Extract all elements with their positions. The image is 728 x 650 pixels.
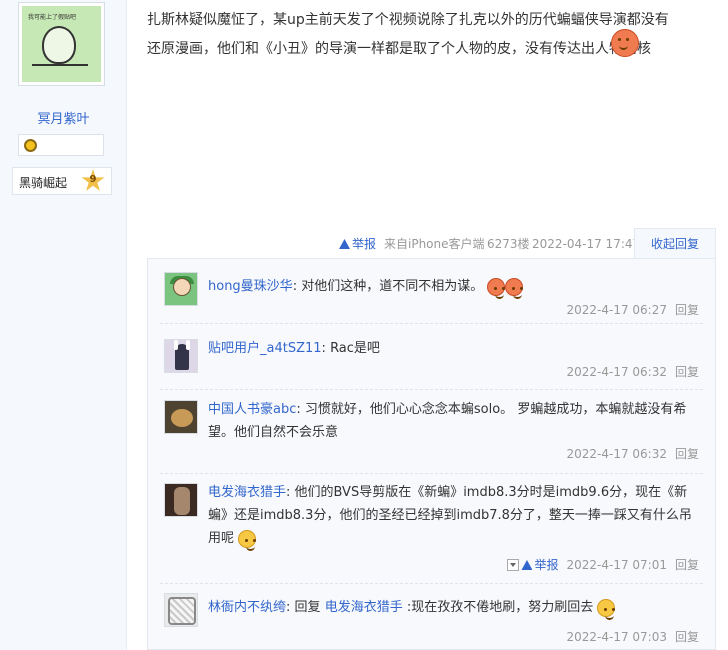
reply-item: hong曼珠沙华: 对他们这种，道不同不相为谋。 2022-4-17 06:27… [148,259,715,323]
reply-button[interactable]: 回复 [675,303,699,317]
reply-prefix: 回复 [294,600,321,615]
reply-list: hong曼珠沙华: 对他们这种，道不同不相为谋。 2022-4-17 06:27… [147,258,716,650]
reply-content: :现在孜孜不倦地刷，努力刷回去 [406,600,594,615]
reply-author[interactable]: 贴吧用户_a4tSZ11 [208,341,322,356]
colon: : [286,485,295,500]
warning-icon [521,560,533,570]
shy-emoji-icon [238,529,257,551]
reply-target[interactable]: 电发海衣猎手 [325,600,403,615]
sun-icon [24,139,37,152]
reply-button[interactable]: 回复 [675,365,699,379]
level-badge[interactable]: 黑骑崛起 9 [12,167,112,195]
reply-meta: 2022-4-17 06:27 回复 [566,302,699,318]
reply-report-link[interactable]: 举报 [521,558,558,572]
reply-meta: 举报 2022-4-17 07:01 回复 [507,557,699,573]
reply-time: 2022-4-17 07:03 [566,630,667,644]
level-name: 黑骑崛起 [19,176,68,190]
report-label: 举报 [352,237,377,251]
reply-content: Rac是吧 [330,341,380,356]
reply-meta: 2022-4-17 06:32 回复 [566,364,699,380]
reply-button[interactable]: 回复 [675,630,699,644]
reply-time: 2022-4-17 06:32 [566,447,667,461]
head-shape [173,278,191,296]
colon: : [321,341,331,356]
reply-time: 2022-4-17 06:32 [566,365,667,379]
reply-item: 电发海衣猎手: 他们的BVS导剪版在《新蝙》imdb8.3分时是imdb9.6分… [148,473,715,583]
reply-author[interactable]: 中国人书豪abc [208,402,296,417]
author-avatar[interactable]: 我可能上了假贴吧 [18,2,105,86]
sketch-shape [168,597,196,625]
post-body-text: 扎斯林疑似魔怔了，某up主前天发了个视频说除了扎克以外的历代蝙蝠侠导演都没有还原… [147,12,669,57]
member-badge[interactable] [18,134,104,156]
report-link[interactable]: 举报 [339,236,376,252]
reply-text: hong曼珠沙华: 对他们这种，道不同不相为谋。 [208,275,698,299]
more-dropdown[interactable] [507,559,520,571]
warning-icon [339,239,350,249]
reply-button[interactable]: 回复 [675,447,699,461]
reply-author[interactable]: 电发海衣猎手 [208,485,286,500]
ear-shape [174,340,178,350]
avatar[interactable] [164,339,198,373]
avatar[interactable] [164,483,198,517]
author-sidebar: 我可能上了假贴吧 冥月紫叶 黑骑崛起 9 [0,0,127,650]
meme-face-icon [42,26,76,64]
reply-content: 对他们这种，道不同不相为谋。 [301,279,484,294]
level-number: 9 [89,174,97,185]
post-source[interactable]: 来自iPhone客户端 [384,236,485,252]
reply-meta: 2022-4-17 06:32 回复 [566,446,699,462]
avatar[interactable] [164,593,198,627]
avatar-image: 我可能上了假贴吧 [22,6,101,82]
reply-text: 电发海衣猎手: 他们的BVS导剪版在《新蝙》imdb8.3分时是imdb9.6分… [208,481,698,551]
angry-emoji-icon [611,29,639,57]
reply-meta: 2022-4-17 07:03 回复 [566,629,699,645]
reply-author[interactable]: 林衙内不纨绔 [208,600,286,615]
author-name[interactable]: 冥月紫叶 [0,108,127,127]
avatar[interactable] [164,400,198,434]
colon: : [296,402,305,417]
post-time: 2022-04-17 17:47 [532,237,641,251]
blush-emoji-icon [487,277,506,299]
reply-text: 中国人书豪abc: 习惯就好，他们心心念念本蝙solo。 罗蝙越成功，本蝙就越没… [208,398,698,444]
laugh-emoji-icon [505,277,524,299]
reply-item: 林衙内不纨绔: 回复 电发海衣猎手 :现在孜孜不倦地刷，努力刷回去 2022-4… [148,583,715,650]
avatar[interactable] [164,272,198,306]
ear-shape [186,340,190,350]
reply-author[interactable]: hong曼珠沙华 [208,279,293,294]
avatar-caption: 我可能上了假贴吧 [28,14,77,21]
dog-shape [171,409,193,427]
reply-text: 林衙内不纨绔: 回复 电发海衣猎手 :现在孜孜不倦地刷，努力刷回去 [208,596,698,620]
colon: : [292,279,302,294]
colon: : [286,600,295,615]
post-floor: 6273楼 [487,237,530,251]
person-shape [174,487,190,515]
reply-item: 中国人书豪abc: 习惯就好，他们心心念念本蝙solo。 罗蝙越成功，本蝙就越没… [148,389,715,473]
reply-text: 贴吧用户_a4tSZ11: Rac是吧 [208,337,698,360]
reply-item: 贴吧用户_a4tSZ11: Rac是吧 2022-4-17 06:32 回复 [148,323,715,389]
post-content: 扎斯林疑似魔怔了，某up主前天发了个视频说除了扎克以外的历代蝙蝠侠导演都没有还原… [147,6,677,64]
meme-body [32,64,88,78]
reply-time: 2022-4-17 07:01 [566,558,667,572]
smile-emoji-icon [597,598,616,620]
reply-button[interactable]: 回复 [675,558,699,572]
reply-time: 2022-4-17 06:27 [566,303,667,317]
reply-report-label: 举报 [534,558,559,572]
collapse-replies-button[interactable]: 收起回复 [634,228,716,258]
